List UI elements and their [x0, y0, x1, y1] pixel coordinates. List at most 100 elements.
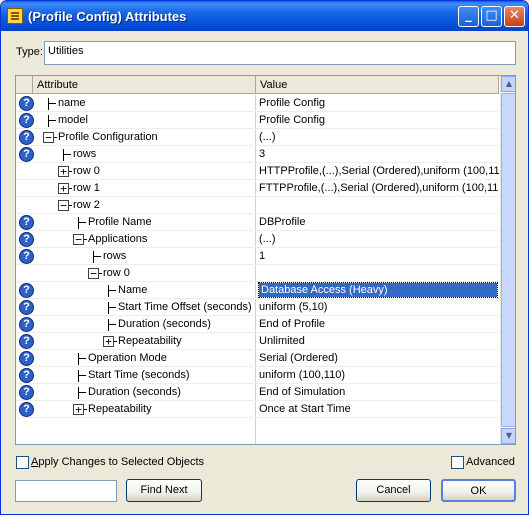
value-cell[interactable]: Profile Config	[257, 112, 499, 129]
help-icon[interactable]: ?	[19, 113, 34, 128]
apply-changes-label: Apply Changes to Selected Objects	[31, 456, 205, 468]
table-row[interactable]: + row 1 FTTPProfile,(...),Serial (Ordered)…	[16, 180, 499, 197]
value-cell[interactable]: 3	[257, 146, 499, 163]
help-icon[interactable]: ?	[19, 249, 34, 264]
table-row[interactable]: ? rows 3	[16, 146, 499, 163]
value-cell[interactable]: uniform (5,10)	[257, 299, 499, 316]
scroll-up-icon[interactable]: ▲	[501, 76, 515, 92]
title-bar[interactable]: (Profile Config) Attributes _ □ ✕	[1, 1, 528, 31]
help-icon[interactable]: ?	[19, 215, 34, 230]
value-cell[interactable]: End of Profile	[257, 316, 499, 333]
table-row[interactable]: ? − Profile Configuration (...)	[16, 129, 499, 146]
attribute-label: row 2	[73, 199, 100, 211]
collapse-icon[interactable]: −	[58, 200, 69, 211]
table-row[interactable]: ? + Repeatability Once at Start Time	[16, 401, 499, 418]
value-cell[interactable]	[257, 197, 499, 214]
help-icon[interactable]: ?	[19, 232, 34, 247]
help-icon[interactable]: ?	[19, 334, 34, 349]
help-icon[interactable]: ?	[19, 147, 34, 162]
value-cell[interactable]: Serial (Ordered)	[257, 350, 499, 367]
search-input[interactable]	[15, 480, 117, 502]
attributes-dialog: (Profile Config) Attributes _ □ ✕ Type: …	[0, 0, 529, 515]
help-icon[interactable]: ?	[19, 385, 34, 400]
minimize-button[interactable]: _	[458, 6, 479, 27]
table-row[interactable]: ? Profile Name DBProfile	[16, 214, 499, 231]
collapse-icon[interactable]: −	[43, 132, 54, 143]
column-header-attribute[interactable]: Attribute	[33, 76, 256, 94]
help-icon[interactable]: ?	[19, 317, 34, 332]
advanced-label: Advanced	[466, 456, 515, 468]
table-row[interactable]: ? Duration (seconds) End of Profile	[16, 316, 499, 333]
table-row[interactable]: ? Duration (seconds) End of Simulation	[16, 384, 499, 401]
table-row[interactable]: + row 0 HTTPProfile,(...),Serial (Ordered)…	[16, 163, 499, 180]
expand-icon[interactable]: +	[58, 166, 69, 177]
value-cell[interactable]: FTTPProfile,(...),Serial (Ordered),unifo…	[257, 180, 499, 197]
scroll-thumb[interactable]	[501, 93, 515, 427]
collapse-icon[interactable]: −	[88, 268, 99, 279]
cancel-button[interactable]: Cancel	[356, 479, 431, 502]
value-cell[interactable]: uniform (100,110)	[257, 367, 499, 384]
attribute-label: Profile Name	[88, 216, 152, 228]
attribute-cell: Start Time (seconds)	[40, 367, 255, 384]
help-icon[interactable]: ?	[19, 130, 34, 145]
maximize-button[interactable]: □	[481, 6, 502, 27]
table-row[interactable]: − row 0	[16, 265, 499, 282]
value-cell[interactable]: Database Access (Heavy)	[257, 282, 499, 299]
attribute-label: Repeatability	[88, 403, 152, 415]
attribute-label: row 0	[103, 267, 130, 279]
value-cell[interactable]: (...)	[257, 129, 499, 146]
advanced-checkbox[interactable]	[451, 456, 464, 469]
value-cell[interactable]: HTTPProfile,(...),Serial (Ordered),unifo…	[257, 163, 499, 180]
close-button[interactable]: ✕	[504, 6, 525, 27]
collapse-icon[interactable]: −	[73, 234, 84, 245]
help-icon[interactable]: ?	[19, 402, 34, 417]
value-cell[interactable]: 1	[257, 248, 499, 265]
attribute-label: rows	[103, 250, 127, 262]
value-cell[interactable]: Unlimited	[257, 333, 499, 350]
value-cell[interactable]: (...)	[257, 231, 499, 248]
value-text: Database Access (Heavy)	[258, 282, 498, 298]
table-row[interactable]: − row 2	[16, 197, 499, 214]
column-header-value[interactable]: Value	[256, 76, 499, 94]
table-row[interactable]: ? Name Database Access (Heavy)	[16, 282, 499, 299]
table-row[interactable]: ? name Profile Config	[16, 95, 499, 112]
type-field[interactable]: Utilities	[44, 41, 516, 65]
help-icon[interactable]: ?	[19, 368, 34, 383]
value-text: Once at Start Time	[259, 403, 351, 415]
table-row[interactable]: ? Start Time Offset (seconds) uniform (5,1…	[16, 299, 499, 316]
scroll-down-icon[interactable]: ▼	[501, 428, 515, 444]
expand-icon[interactable]: +	[58, 183, 69, 194]
table-row[interactable]: ? + Repeatability Unlimited	[16, 333, 499, 350]
help-icon[interactable]: ?	[19, 283, 34, 298]
attribute-cell: Name	[40, 282, 255, 299]
value-text: Serial (Ordered)	[259, 352, 338, 364]
table-row[interactable]: ? rows 1	[16, 248, 499, 265]
attribute-table: Attribute Value ? name Profile Config? mode…	[15, 75, 516, 445]
attribute-label: Profile Configuration	[58, 131, 158, 143]
table-row[interactable]: ? Start Time (seconds) uniform (100,110)	[16, 367, 499, 384]
attribute-cell: − row 0	[40, 265, 255, 282]
value-cell[interactable]	[257, 265, 499, 282]
help-icon[interactable]: ?	[19, 351, 34, 366]
value-cell[interactable]: Once at Start Time	[257, 401, 499, 418]
attribute-cell: Duration (seconds)	[40, 384, 255, 401]
value-text: Unlimited	[259, 335, 305, 347]
value-cell[interactable]: Profile Config	[257, 95, 499, 112]
value-cell[interactable]: DBProfile	[257, 214, 499, 231]
help-icon[interactable]: ?	[19, 300, 34, 315]
value-cell[interactable]: End of Simulation	[257, 384, 499, 401]
table-body: ? name Profile Config? model Profile Config?…	[16, 95, 499, 418]
attribute-cell: + row 1	[40, 180, 255, 197]
vertical-scrollbar[interactable]: ▲ ▼	[500, 76, 515, 444]
find-next-button[interactable]: Find Next	[126, 479, 202, 502]
apply-changes-checkbox[interactable]	[16, 456, 29, 469]
expand-icon[interactable]: +	[103, 336, 114, 347]
expand-icon[interactable]: +	[73, 404, 84, 415]
help-icon[interactable]: ?	[19, 96, 34, 111]
table-row[interactable]: ? Operation Mode Serial (Ordered)	[16, 350, 499, 367]
ok-button[interactable]: OK	[441, 479, 516, 502]
table-row[interactable]: ? model Profile Config	[16, 112, 499, 129]
apply-changes-label-rest: pply Changes to Selected Objects	[38, 456, 205, 468]
table-row[interactable]: ? − Applications (...)	[16, 231, 499, 248]
value-text: HTTPProfile,(...),Serial (Ordered),unifo…	[259, 165, 499, 177]
